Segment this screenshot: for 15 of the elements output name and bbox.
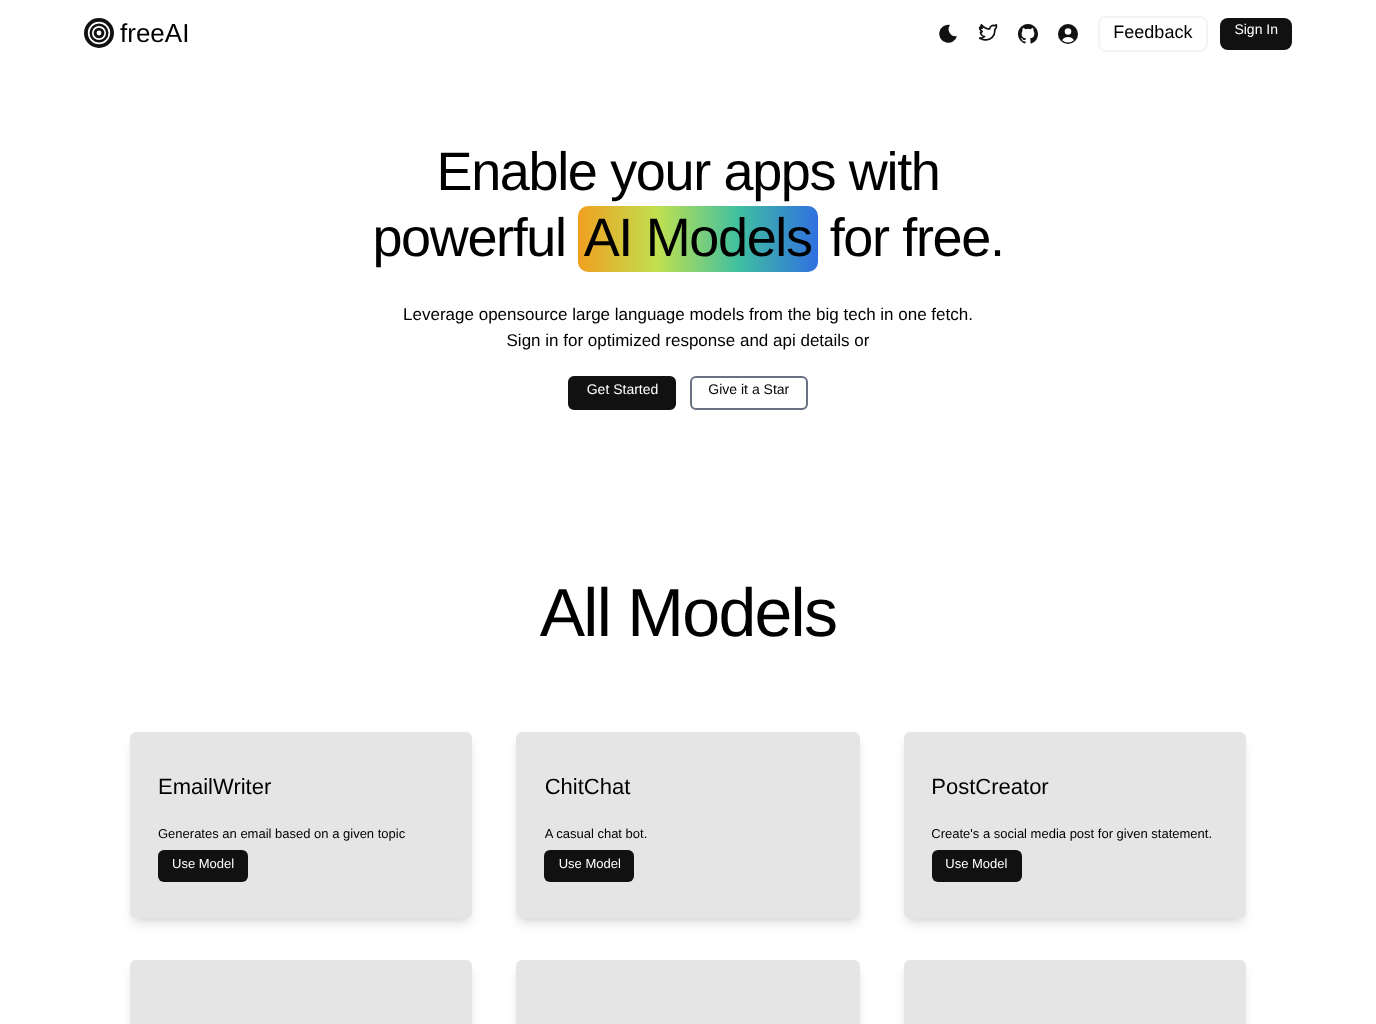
bird-icon[interactable] xyxy=(977,23,998,43)
spiral-logo-icon xyxy=(84,18,114,48)
user-icon[interactable] xyxy=(1057,23,1078,43)
hero-heading-text: for free. xyxy=(829,206,1004,272)
section-heading: All Models xyxy=(537,574,839,656)
model-name: EmailWriter xyxy=(158,774,272,802)
hero-heading-line: Enable your apps with xyxy=(436,140,940,206)
github-icon[interactable] xyxy=(1017,23,1038,43)
hero-description: Leverage opensource large language models from the big tech in one fetch. Sign in for optimized response and api details or xyxy=(401,302,975,354)
moon-icon[interactable] xyxy=(937,23,958,43)
model-name: PostCreator xyxy=(931,774,1049,802)
feedback-button[interactable]: Feedback xyxy=(1097,15,1209,51)
model-name: ChitChat xyxy=(544,774,631,802)
brand-name: freeAI xyxy=(120,15,190,52)
hero-heading-text: powerful xyxy=(372,206,566,272)
